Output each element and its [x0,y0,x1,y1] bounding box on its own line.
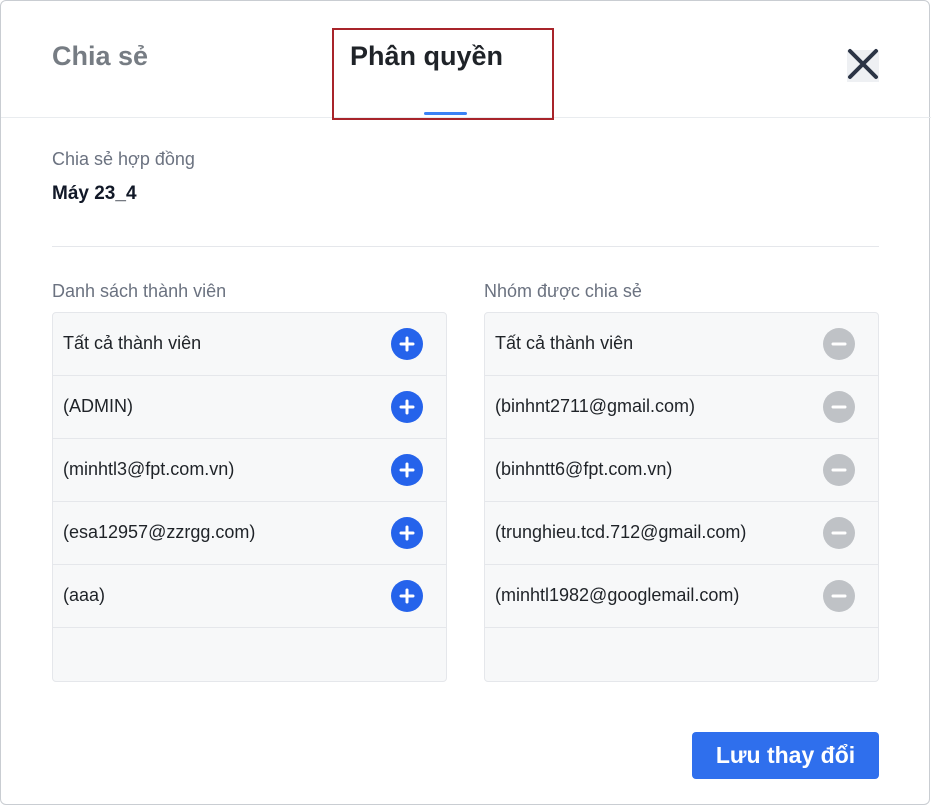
plus-icon [399,588,415,604]
dialog-header: Chia sẻ Phân quyền [1,1,931,120]
shared-group-label: (trunghieu.tcd.712@gmail.com) [495,522,747,542]
member-row[interactable]: (minhtl3@fpt.com.vn) [53,439,446,502]
minus-icon [831,405,847,409]
plus-icon [399,336,415,352]
minus-icon [831,342,847,346]
member-row[interactable]: (ADMIN) [53,376,446,439]
minus-icon [831,468,847,472]
member-label: (esa12957@zzrgg.com) [63,522,256,542]
member-label: (aaa) [63,585,106,605]
plus-icon [399,462,415,478]
shared-groups-list[interactable]: Tất cả thành viên (binhnt2711@gmail.com)… [484,312,879,682]
shared-group-row[interactable]: Tất cả thành viên [485,313,878,376]
remove-group-button[interactable] [823,328,855,360]
save-changes-button[interactable]: Lưu thay đổi [692,732,879,779]
tab-highlight-box [332,28,554,120]
shared-group-row[interactable]: (minhtl1982@googlemail.com) [485,565,878,628]
member-row[interactable]: (aaa) [53,565,446,628]
contract-name: Máy 23_4 [52,183,137,204]
shared-group-label: Tất cả thành viên [495,333,634,353]
remove-group-button[interactable] [823,454,855,486]
add-member-button[interactable] [391,328,423,360]
member-label: (ADMIN) [63,396,133,416]
shared-groups-title: Nhóm được chia sẻ [484,281,642,301]
add-member-button[interactable] [391,454,423,486]
shared-group-row[interactable]: (binhntt6@fpt.com.vn) [485,439,878,502]
shared-group-label: (binhntt6@fpt.com.vn) [495,459,673,479]
remove-group-button[interactable] [823,517,855,549]
members-list-title: Danh sách thành viên [52,281,227,301]
add-member-button[interactable] [391,391,423,423]
minus-icon [831,594,847,598]
remove-group-button[interactable] [823,580,855,612]
divider [52,246,879,247]
members-list[interactable]: Tất cả thành viên (ADMIN) (minhtl3@fpt.c… [52,312,447,682]
share-dialog: Chia sẻ Phân quyền Chia sẻ hợp đồng Máy … [0,0,931,805]
plus-icon [399,525,415,541]
shared-group-row[interactable]: (trunghieu.tcd.712@gmail.com) [485,502,878,565]
member-row[interactable]: (esa12957@zzrgg.com) [53,502,446,565]
add-member-button[interactable] [391,517,423,549]
remove-group-button[interactable] [823,391,855,423]
close-button[interactable] [845,46,881,82]
plus-icon [399,399,415,415]
member-row[interactable]: Tất cả thành viên [53,313,446,376]
tab-share[interactable]: Chia sẻ [52,41,148,72]
shared-group-label: (minhtl1982@googlemail.com) [495,585,740,605]
minus-icon [831,531,847,535]
add-member-button[interactable] [391,580,423,612]
active-tab-indicator [424,112,467,115]
contract-subtitle: Chia sẻ hợp đồng [52,149,195,169]
member-label: (minhtl3@fpt.com.vn) [63,459,235,479]
shared-group-row[interactable]: (binhnt2711@gmail.com) [485,376,878,439]
close-icon [848,49,878,79]
member-label: Tất cả thành viên [63,333,202,353]
shared-group-label: (binhnt2711@gmail.com) [495,396,696,416]
